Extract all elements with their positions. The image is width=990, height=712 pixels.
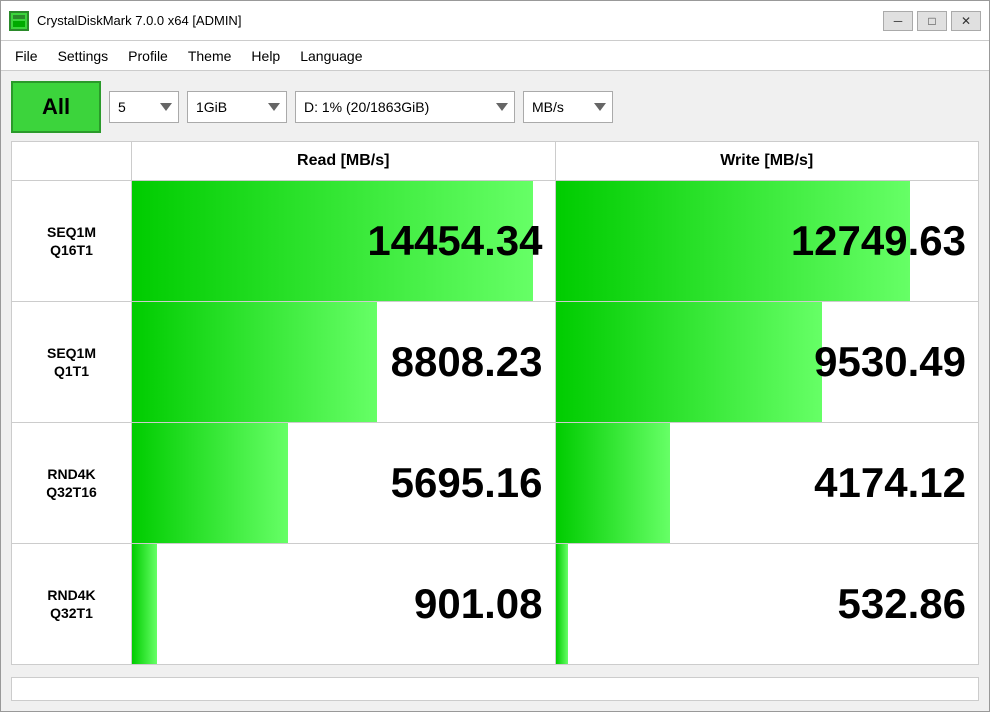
drive-dropdown[interactable]: D: 1% (20/1863GiB) [295,91,515,123]
app-icon [9,11,29,31]
table-header: Read [MB/s] Write [MB/s] [12,142,978,181]
table-row: RND4KQ32T16 5695.16 4174.12 [12,423,978,544]
toolbar: All 5 1 3 10 1GiB 512MiB 2GiB 4GiB D: 1%… [11,81,979,133]
read-bar-rnd4k-q32t16 [132,423,288,543]
table-row: SEQ1MQ16T1 14454.34 12749.63 [12,181,978,302]
read-value-rnd4k-q32t16: 5695.16 [391,459,543,507]
write-cell-seq1m-q16t1: 12749.63 [556,181,979,301]
read-bar-seq1m-q1t1 [132,302,377,422]
header-empty [12,142,132,181]
row-label-rnd4k-q32t16: RND4KQ32T16 [12,423,132,543]
write-bar-seq1m-q1t1 [556,302,822,422]
write-bar-rnd4k-q32t16 [556,423,670,543]
read-value-rnd4k-q32t1: 901.08 [414,580,542,628]
write-bar-rnd4k-q32t1 [556,544,569,664]
read-bar-rnd4k-q32t1 [132,544,157,664]
write-value-rnd4k-q32t16: 4174.12 [814,459,966,507]
read-value-seq1m-q16t1: 14454.34 [367,217,542,265]
read-cell-rnd4k-q32t1: 901.08 [132,544,556,664]
table-row: RND4KQ32T1 901.08 532.86 [12,544,978,664]
write-cell-seq1m-q1t1: 9530.49 [556,302,979,422]
minimize-button[interactable]: ─ [883,11,913,31]
data-table: Read [MB/s] Write [MB/s] SEQ1MQ16T1 1445… [11,141,979,665]
row-label-seq1m-q1t1: SEQ1MQ1T1 [12,302,132,422]
app-window: CrystalDiskMark 7.0.0 x64 [ADMIN] ─ □ ✕ … [0,0,990,712]
window-title: CrystalDiskMark 7.0.0 x64 [ADMIN] [37,13,241,28]
maximize-button[interactable]: □ [917,11,947,31]
write-value-rnd4k-q32t1: 532.86 [838,580,966,628]
title-bar: CrystalDiskMark 7.0.0 x64 [ADMIN] ─ □ ✕ [1,1,989,41]
size-dropdown[interactable]: 1GiB 512MiB 2GiB 4GiB [187,91,287,123]
write-value-seq1m-q16t1: 12749.63 [791,217,966,265]
menu-profile[interactable]: Profile [118,44,178,68]
read-cell-seq1m-q1t1: 8808.23 [132,302,556,422]
header-write: Write [MB/s] [556,142,979,181]
title-bar-left: CrystalDiskMark 7.0.0 x64 [ADMIN] [9,11,241,31]
write-cell-rnd4k-q32t16: 4174.12 [556,423,979,543]
read-cell-rnd4k-q32t16: 5695.16 [132,423,556,543]
table-row: SEQ1MQ1T1 8808.23 9530.49 [12,302,978,423]
menu-settings[interactable]: Settings [48,44,119,68]
header-read: Read [MB/s] [132,142,556,181]
read-cell-seq1m-q16t1: 14454.34 [132,181,556,301]
menu-bar: File Settings Profile Theme Help Languag… [1,41,989,71]
write-value-seq1m-q1t1: 9530.49 [814,338,966,386]
menu-language[interactable]: Language [290,44,372,68]
menu-file[interactable]: File [5,44,48,68]
runs-dropdown[interactable]: 5 1 3 10 [109,91,179,123]
menu-theme[interactable]: Theme [178,44,242,68]
unit-dropdown[interactable]: MB/s GB/s IOPS μs [523,91,613,123]
all-button[interactable]: All [11,81,101,133]
title-bar-controls: ─ □ ✕ [883,11,981,31]
row-label-rnd4k-q32t1: RND4KQ32T1 [12,544,132,664]
status-bar [11,677,979,701]
row-label-seq1m-q16t1: SEQ1MQ16T1 [12,181,132,301]
read-value-seq1m-q1t1: 8808.23 [391,338,543,386]
main-content: All 5 1 3 10 1GiB 512MiB 2GiB 4GiB D: 1%… [1,71,989,711]
close-button[interactable]: ✕ [951,11,981,31]
menu-help[interactable]: Help [241,44,290,68]
write-cell-rnd4k-q32t1: 532.86 [556,544,979,664]
